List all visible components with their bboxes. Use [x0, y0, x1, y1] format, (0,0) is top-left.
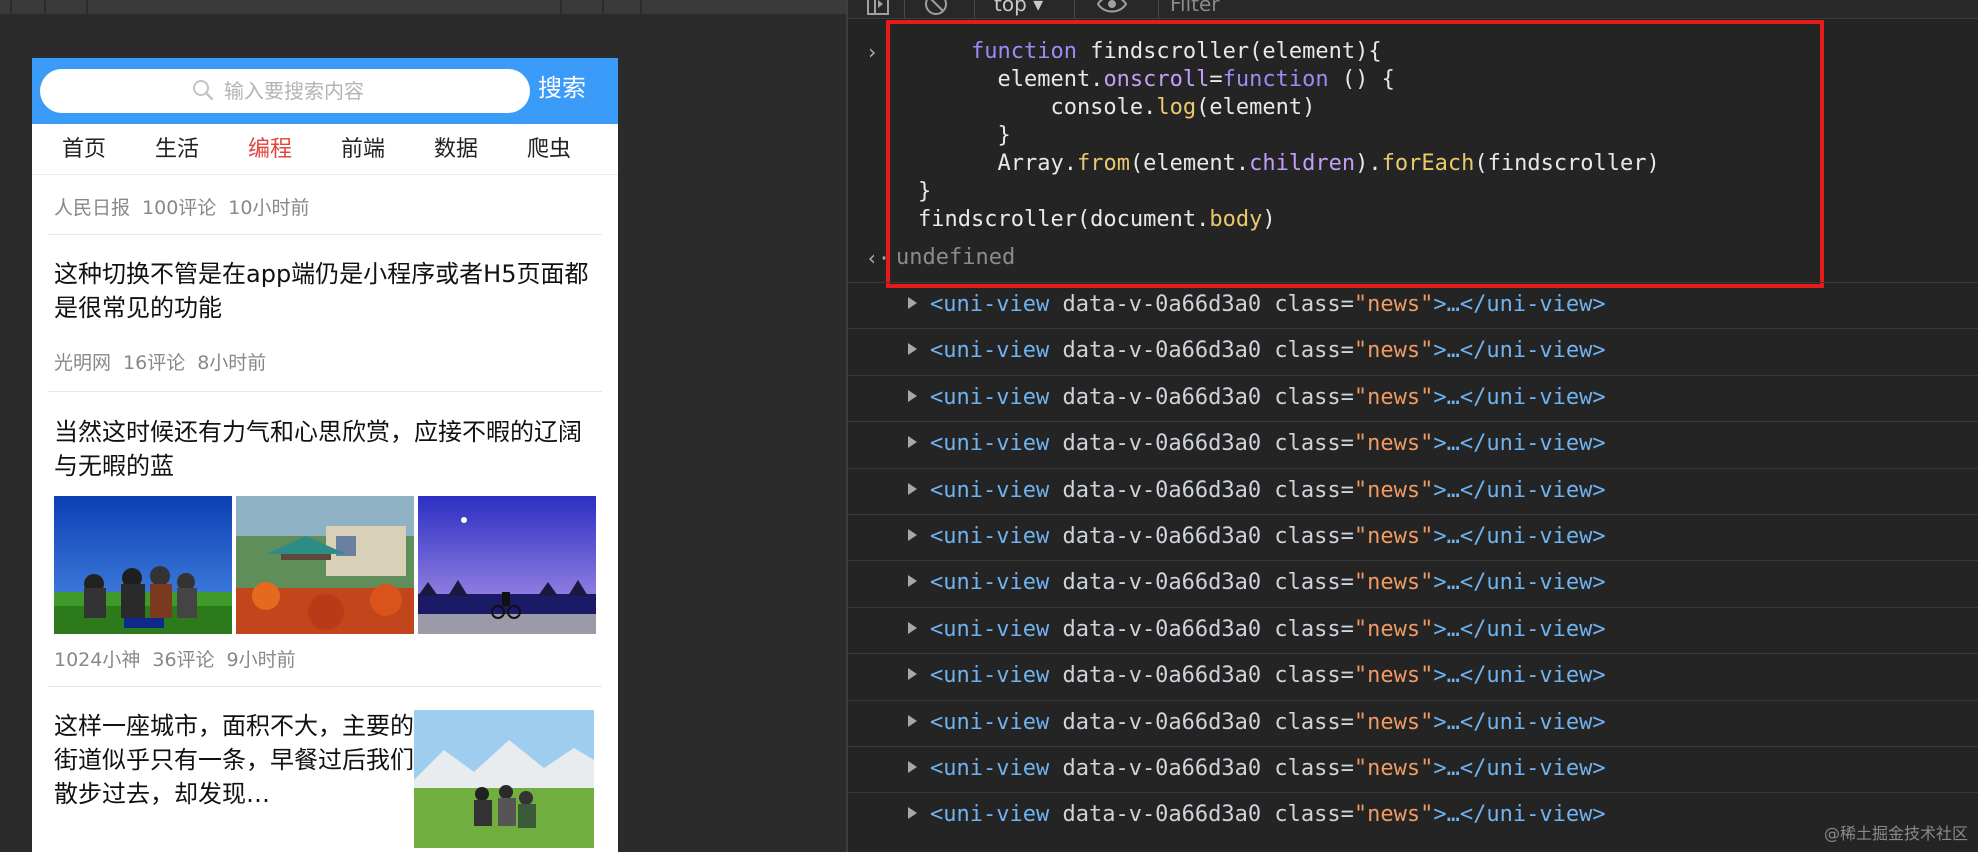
- expand-triangle-icon[interactable]: [908, 529, 917, 541]
- element-row[interactable]: <uni-view data-v-0a66d3a0 class="news">……: [848, 560, 1978, 607]
- element-row[interactable]: <uni-view data-v-0a66d3a0 class="news">……: [848, 421, 1978, 468]
- tab-home[interactable]: 首页: [62, 136, 106, 164]
- toolbar-separator: [602, 0, 604, 14]
- toolbar-separator: [974, 0, 975, 18]
- element-markup: <uni-view data-v-0a66d3a0 class="news">……: [930, 292, 1606, 317]
- expand-triangle-icon[interactable]: [908, 343, 917, 356]
- watermark: @稀土掘金技术社区: [1823, 824, 1968, 843]
- news-source: 光明网: [54, 352, 112, 374]
- tab-crawler[interactable]: 爬虫: [527, 136, 571, 164]
- expand-triangle-icon[interactable]: [908, 761, 917, 773]
- search-button[interactable]: 搜索: [538, 72, 586, 104]
- expand-triangle-icon[interactable]: [908, 297, 917, 309]
- news-comments: 100评论: [142, 197, 217, 219]
- element-row[interactable]: <uni-view data-v-0a66d3a0 class="news">……: [848, 606, 1978, 654]
- news-time: 8小时前: [197, 352, 267, 374]
- tab-frontend[interactable]: 前端: [341, 136, 385, 164]
- tab-data[interactable]: 数据: [434, 136, 478, 164]
- news-source: 人民日报: [54, 197, 131, 219]
- eye-icon[interactable]: [1096, 0, 1128, 16]
- toolbar-separator: [560, 0, 562, 14]
- expand-triangle-icon[interactable]: [908, 807, 917, 820]
- search-icon: [193, 80, 214, 101]
- toolbar-separator: [640, 0, 642, 14]
- context-selector[interactable]: top ▾: [994, 0, 1043, 16]
- toolbar-separator: [1158, 0, 1159, 18]
- expand-triangle-icon[interactable]: [908, 436, 917, 449]
- clear-console-icon[interactable]: [924, 0, 948, 16]
- news-time: 10小时前: [228, 197, 310, 219]
- news-meta: 人民日报 100评论 10小时前: [54, 196, 321, 220]
- element-markup: <uni-view data-v-0a66d3a0 class="news">……: [930, 756, 1606, 781]
- tab-programming[interactable]: 编程: [248, 136, 292, 164]
- element-row[interactable]: <uni-view data-v-0a66d3a0 class="news">……: [848, 328, 1978, 375]
- element-row[interactable]: <uni-view data-v-0a66d3a0 class="news">……: [848, 653, 1978, 700]
- highlight-box: [886, 20, 1824, 288]
- news-divider: [48, 391, 602, 392]
- news-thumbnail[interactable]: [236, 496, 414, 634]
- tab-life[interactable]: 生活: [155, 136, 199, 164]
- element-row[interactable]: <uni-view data-v-0a66d3a0 class="news">……: [848, 282, 1978, 329]
- emulation-toolbar: [0, 0, 846, 14]
- expand-triangle-icon[interactable]: [908, 621, 917, 634]
- element-row[interactable]: <uni-view data-v-0a66d3a0 class="news">……: [848, 699, 1978, 747]
- news-comments: 16评论: [123, 352, 186, 374]
- element-row[interactable]: <uni-view data-v-0a66d3a0 class="news">……: [848, 514, 1978, 561]
- sidebar-toggle-icon[interactable]: [866, 0, 890, 16]
- toolbar-separator: [86, 0, 88, 14]
- news-thumbnail[interactable]: [418, 496, 596, 634]
- console-toolbar: top ▾ Filter: [848, 0, 1978, 19]
- news-images: [54, 496, 596, 634]
- element-markup: <uni-view data-v-0a66d3a0 class="news">……: [930, 802, 1606, 828]
- toolbar-separator: [904, 0, 905, 18]
- category-tabs: 首页 生活 编程 前端 数据 爬虫: [32, 124, 618, 175]
- element-row[interactable]: <uni-view data-v-0a66d3a0 class="news">……: [848, 374, 1978, 422]
- devtools-console: top ▾ Filter › function findscroller(ele…: [846, 0, 1978, 852]
- news-divider: [48, 234, 602, 235]
- mobile-page: 输入要搜索内容 搜索 首页 生活 编程 前端 数据 爬虫 人民日报 100评论 10…: [32, 58, 618, 852]
- news-title[interactable]: 当然这时候还有力气和心思欣赏，应接不暇的辽阔与无暇的蓝: [54, 415, 594, 483]
- news-thumbnail[interactable]: [54, 496, 232, 634]
- news-source: 1024小神: [54, 649, 141, 671]
- element-markup: <uni-view data-v-0a66d3a0 class="news">……: [930, 570, 1606, 596]
- element-markup: <uni-view data-v-0a66d3a0 class="news">……: [930, 709, 1606, 735]
- expand-triangle-icon[interactable]: [908, 714, 917, 727]
- search-input[interactable]: 输入要搜索内容: [40, 69, 530, 113]
- expand-triangle-icon[interactable]: [908, 389, 917, 402]
- toolbar-separator: [44, 0, 46, 14]
- news-time: 9小时前: [226, 649, 296, 671]
- element-row[interactable]: <uni-view data-v-0a66d3a0 class="news">……: [848, 467, 1978, 515]
- input-prompt-icon: ›: [866, 40, 879, 64]
- expand-triangle-icon[interactable]: [908, 668, 917, 681]
- element-markup: <uni-view data-v-0a66d3a0 class="news">……: [930, 338, 1606, 364]
- element-markup: <uni-view data-v-0a66d3a0 class="news">……: [930, 616, 1606, 642]
- news-comments: 36评论: [152, 649, 215, 671]
- device-preview: 输入要搜索内容 搜索 首页 生活 编程 前端 数据 爬虫 人民日报 100评论 10…: [0, 0, 846, 852]
- news-divider: [48, 686, 602, 687]
- news-title[interactable]: 这样一座城市，面积不大，主要的街道似乎只有一条，早餐过后我们散步过去，却发现…: [54, 709, 414, 811]
- element-markup: <uni-view data-v-0a66d3a0 class="news">……: [930, 477, 1606, 503]
- expand-triangle-icon[interactable]: [908, 482, 917, 495]
- element-row[interactable]: <uni-view data-v-0a66d3a0 class="news">……: [848, 746, 1978, 793]
- element-markup: <uni-view data-v-0a66d3a0 class="news">……: [930, 524, 1606, 549]
- expand-triangle-icon[interactable]: [908, 575, 917, 588]
- element-markup: <uni-view data-v-0a66d3a0 class="news">……: [930, 431, 1606, 457]
- filter-input[interactable]: Filter: [1170, 0, 1220, 16]
- search-header: 输入要搜索内容 搜索: [32, 58, 618, 124]
- element-row[interactable]: <uni-view data-v-0a66d3a0 class="news">……: [848, 792, 1978, 839]
- news-meta: 1024小神 36评论 9小时前: [54, 648, 308, 672]
- news-title[interactable]: 这种切换不管是在app端仍是小程序或者H5页面都是很常见的功能: [54, 257, 594, 325]
- toolbar-separator: [1074, 0, 1075, 18]
- element-markup: <uni-view data-v-0a66d3a0 class="news">……: [930, 663, 1606, 689]
- toolbar-separator: [10, 0, 12, 14]
- news-meta: 光明网 16评论 8小时前: [54, 351, 278, 375]
- news-thumbnail[interactable]: [414, 710, 594, 848]
- search-placeholder: 输入要搜索内容: [224, 79, 364, 103]
- element-markup: <uni-view data-v-0a66d3a0 class="news">……: [930, 384, 1606, 410]
